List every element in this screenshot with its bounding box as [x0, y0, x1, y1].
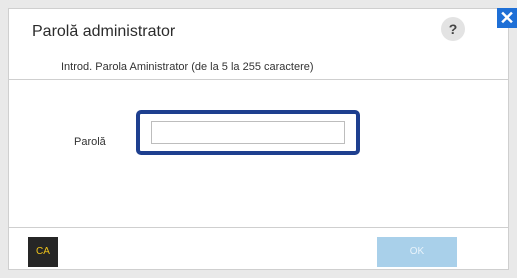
divider-bottom: [8, 227, 509, 228]
password-field-focus-frame: [136, 110, 360, 155]
help-icon[interactable]: ?: [441, 17, 465, 41]
divider-top: [8, 79, 509, 80]
ca-button[interactable]: CA: [28, 237, 58, 267]
screen: Parolă administrator Introd. Parola Amin…: [0, 0, 517, 278]
close-icon[interactable]: ✕: [497, 8, 517, 28]
password-input[interactable]: [151, 121, 345, 144]
instruction-text: Introd. Parola Aministrator (de la 5 la …: [61, 61, 314, 73]
password-label: Parolă: [74, 136, 106, 148]
ok-button[interactable]: OK: [377, 237, 457, 267]
dialog-title: Parolă administrator: [32, 23, 176, 40]
